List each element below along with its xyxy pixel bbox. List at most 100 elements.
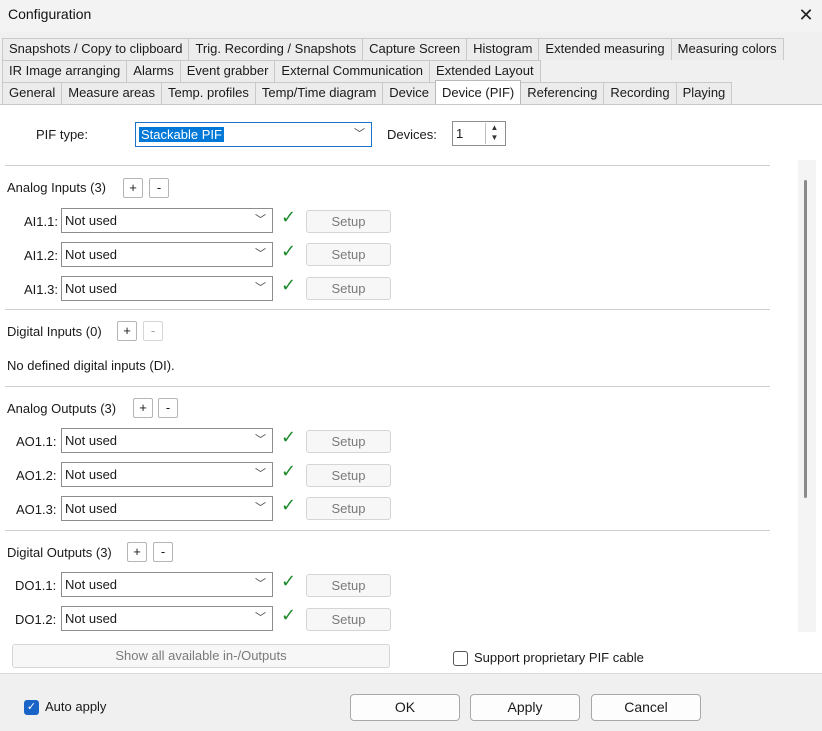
do1-2-value: Not used bbox=[65, 611, 118, 626]
chevron-down-icon: ﹀ bbox=[255, 434, 266, 446]
do1-1-select[interactable]: Not used ﹀ bbox=[61, 572, 273, 597]
add-digital-output-button[interactable]: + bbox=[127, 542, 147, 562]
tab-extended-measuring[interactable]: Extended measuring bbox=[538, 38, 672, 60]
ai1-1-setup-button[interactable]: Setup bbox=[306, 210, 391, 233]
tab-referencing[interactable]: Referencing bbox=[520, 82, 605, 104]
tab-general[interactable]: General bbox=[2, 82, 63, 104]
ai1-1-label: AI1.1: bbox=[24, 214, 58, 229]
ao1-3-value: Not used bbox=[65, 501, 118, 516]
digital-inputs-empty-text: No defined digital inputs (DI). bbox=[7, 358, 175, 373]
tab-histogram[interactable]: Histogram bbox=[466, 38, 540, 60]
analog-inputs-header: Analog Inputs (3) bbox=[7, 180, 107, 195]
cancel-button[interactable]: Cancel bbox=[591, 694, 701, 721]
chevron-down-icon: ﹀ bbox=[255, 612, 266, 624]
tab-measuring-colors[interactable]: Measuring colors bbox=[670, 38, 784, 60]
show-all-io-button[interactable]: Show all available in-/Outputs bbox=[12, 644, 390, 668]
support-pif-cable-checkbox[interactable] bbox=[453, 651, 468, 666]
ai1-2-setup-button[interactable]: Setup bbox=[306, 243, 391, 266]
tab-row-2: IR Image arranging Alarms Event grabber … bbox=[2, 60, 541, 82]
apply-button[interactable]: Apply bbox=[470, 694, 580, 721]
digital-outputs-header: Digital Outputs (3) bbox=[7, 545, 112, 560]
scrollbar-thumb[interactable] bbox=[804, 180, 807, 498]
ai1-3-setup-button[interactable]: Setup bbox=[306, 277, 391, 300]
ao1-3-setup-button[interactable]: Setup bbox=[306, 497, 391, 520]
ai1-3-value: Not used bbox=[65, 281, 118, 296]
tab-event-grabber[interactable]: Event grabber bbox=[179, 60, 276, 82]
analog-outputs-header: Analog Outputs (3) bbox=[7, 401, 117, 416]
add-digital-input-button[interactable]: + bbox=[117, 321, 137, 341]
tab-playing[interactable]: Playing bbox=[675, 82, 733, 104]
tab-device-pif[interactable]: Device (PIF) bbox=[435, 80, 522, 104]
devices-spin-buttons[interactable]: ▲ ▼ bbox=[485, 123, 503, 144]
check-icon: ✓ bbox=[281, 461, 297, 481]
chevron-down-icon: ﹀ bbox=[255, 214, 266, 226]
tab-device[interactable]: Device bbox=[382, 82, 437, 104]
tab-row-1: Snapshots / Copy to clipboard Trig. Reco… bbox=[2, 38, 784, 60]
close-icon: ✕ bbox=[798, 4, 814, 25]
spin-up-icon[interactable]: ▲ bbox=[486, 123, 503, 133]
chevron-down-icon: ﹀ bbox=[255, 248, 266, 260]
ao1-2-select[interactable]: Not used ﹀ bbox=[61, 462, 273, 487]
ao1-1-value: Not used bbox=[65, 433, 118, 448]
remove-digital-input-button[interactable]: - bbox=[143, 321, 163, 341]
ao1-3-label: AO1.3: bbox=[16, 502, 57, 517]
close-button[interactable]: ✕ bbox=[790, 0, 822, 30]
do1-1-label: DO1.1: bbox=[15, 578, 57, 593]
tab-temp-profiles[interactable]: Temp. profiles bbox=[160, 82, 256, 104]
auto-apply-checkbox[interactable]: ✓ bbox=[24, 700, 39, 715]
title-bar bbox=[0, 0, 822, 32]
tab-trig-recording[interactable]: Trig. Recording / Snapshots bbox=[188, 38, 364, 60]
divider bbox=[5, 165, 770, 166]
ao1-3-select[interactable]: Not used ﹀ bbox=[61, 496, 273, 521]
scrollbar-track[interactable] bbox=[798, 160, 816, 632]
add-analog-output-button[interactable]: + bbox=[133, 398, 153, 418]
tab-alarms[interactable]: Alarms bbox=[126, 60, 181, 82]
ai1-3-label: AI1.3: bbox=[24, 282, 58, 297]
spin-down-icon[interactable]: ▼ bbox=[486, 133, 503, 143]
divider bbox=[5, 386, 770, 387]
chevron-down-icon: ﹀ bbox=[255, 578, 266, 590]
add-analog-input-button[interactable]: + bbox=[123, 178, 143, 198]
do1-1-value: Not used bbox=[65, 577, 118, 592]
ao1-1-label: AO1.1: bbox=[16, 434, 57, 449]
ok-button[interactable]: OK bbox=[350, 694, 460, 721]
tab-row-3: General Measure areas Temp. profiles Tem… bbox=[2, 80, 733, 104]
ai1-1-value: Not used bbox=[65, 213, 118, 228]
chevron-down-icon: ﹀ bbox=[255, 468, 266, 480]
do1-2-select[interactable]: Not used ﹀ bbox=[61, 606, 273, 631]
ai1-2-select[interactable]: Not used ﹀ bbox=[61, 242, 273, 267]
tab-recording[interactable]: Recording bbox=[603, 82, 677, 104]
tab-temp-time-diagram[interactable]: Temp/Time diagram bbox=[254, 82, 384, 104]
tab-measure-areas[interactable]: Measure areas bbox=[61, 82, 162, 104]
tab-snapshots-copy[interactable]: Snapshots / Copy to clipboard bbox=[2, 38, 190, 60]
remove-analog-input-button[interactable]: - bbox=[149, 178, 169, 198]
window-title: Configuration bbox=[8, 6, 92, 22]
remove-analog-output-button[interactable]: - bbox=[158, 398, 178, 418]
tab-capture-screen[interactable]: Capture Screen bbox=[362, 38, 468, 60]
pif-type-value: Stackable PIF bbox=[139, 127, 224, 142]
check-icon: ✓ bbox=[281, 275, 297, 295]
chevron-down-icon: ﹀ bbox=[354, 128, 365, 140]
devices-label: Devices: bbox=[387, 127, 437, 142]
check-icon: ✓ bbox=[281, 241, 297, 261]
check-icon: ✓ bbox=[281, 427, 297, 447]
tab-external-communication[interactable]: External Communication bbox=[274, 60, 431, 82]
remove-digital-output-button[interactable]: - bbox=[153, 542, 173, 562]
check-icon: ✓ bbox=[281, 571, 297, 591]
check-icon: ✓ bbox=[281, 207, 297, 227]
check-icon: ✓ bbox=[281, 495, 297, 515]
ao1-2-setup-button[interactable]: Setup bbox=[306, 464, 391, 487]
tab-extended-layout[interactable]: Extended Layout bbox=[429, 60, 541, 82]
divider bbox=[5, 309, 770, 310]
ai1-1-select[interactable]: Not used ﹀ bbox=[61, 208, 273, 233]
ao1-1-setup-button[interactable]: Setup bbox=[306, 430, 391, 453]
ai1-3-select[interactable]: Not used ﹀ bbox=[61, 276, 273, 301]
chevron-down-icon: ﹀ bbox=[255, 502, 266, 514]
do1-2-setup-button[interactable]: Setup bbox=[306, 608, 391, 631]
do1-1-setup-button[interactable]: Setup bbox=[306, 574, 391, 597]
tab-ir-image-arranging[interactable]: IR Image arranging bbox=[2, 60, 128, 82]
ao1-2-label: AO1.2: bbox=[16, 468, 57, 483]
check-icon: ✓ bbox=[281, 605, 297, 625]
ao1-1-select[interactable]: Not used ﹀ bbox=[61, 428, 273, 453]
pif-type-select[interactable]: Stackable PIF ﹀ bbox=[135, 122, 372, 147]
